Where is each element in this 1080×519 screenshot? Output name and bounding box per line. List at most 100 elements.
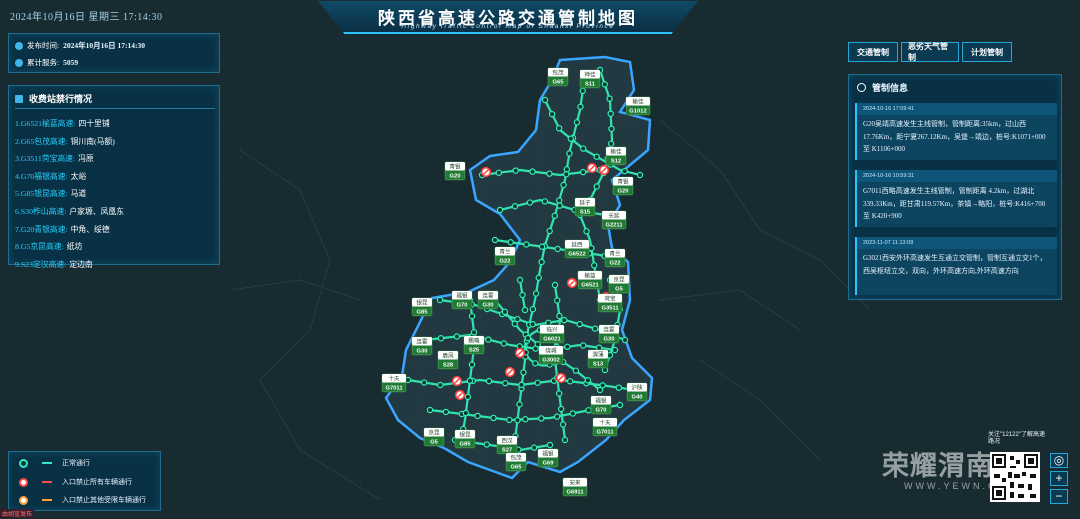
toll-station-node[interactable] — [555, 125, 563, 132]
toll-station-node[interactable] — [483, 441, 490, 448]
toll-station-node[interactable] — [569, 410, 576, 417]
list-item[interactable]: 3.G3511菏宝高速: 冯原 — [15, 150, 124, 168]
zoom-out-button[interactable]: − — [1050, 489, 1068, 504]
control-notice[interactable]: 2024-10-16 17:09:41 G20吴靖高速发生主线管制，管制距离:3… — [855, 103, 1057, 160]
toll-station-node[interactable] — [526, 199, 534, 206]
route-shield[interactable]: 京昆 G5 — [423, 427, 445, 447]
no-entry-icon[interactable] — [451, 375, 463, 387]
toll-station-node[interactable] — [607, 140, 615, 147]
toll-station-node[interactable] — [516, 276, 524, 284]
toll-station-node[interactable] — [436, 296, 444, 304]
list-item[interactable]: 9.S23定汉高速: 定边南 — [15, 256, 124, 274]
toll-station-node[interactable] — [501, 308, 509, 316]
toll-station-node[interactable] — [502, 379, 509, 387]
toll-station-node[interactable] — [437, 381, 444, 389]
route-shield[interactable]: 青兰 G22 — [604, 248, 626, 268]
toll-station-node[interactable] — [518, 381, 525, 389]
toll-station-node[interactable] — [577, 103, 584, 110]
no-entry-icon[interactable] — [514, 347, 526, 359]
control-notice[interactable]: 2024-10-16 10:59:31 G7011西略高速发生主线管制，管制距离… — [855, 170, 1057, 227]
toll-station-node[interactable] — [584, 377, 592, 384]
toll-station-node[interactable] — [474, 412, 481, 420]
toll-station-node[interactable] — [591, 262, 598, 269]
route-shield[interactable]: 鹏略 S25 — [463, 335, 485, 355]
toll-station-node[interactable] — [546, 170, 553, 177]
route-shield[interactable]: 连霍 G30 — [477, 290, 499, 310]
toll-station-node[interactable] — [535, 274, 542, 281]
toll-station-node[interactable] — [555, 390, 563, 397]
toll-station-node[interactable] — [616, 401, 624, 409]
toll-station-node[interactable] — [524, 334, 532, 342]
route-shield[interactable]: 福银 G70 — [451, 290, 473, 310]
toll-station-node[interactable] — [567, 135, 575, 142]
route-shield[interactable]: 包茂 G65 — [505, 452, 527, 472]
toll-station-node[interactable] — [607, 110, 614, 117]
route-shield[interactable]: 包茂 G65 — [547, 67, 569, 87]
route-shield[interactable]: 延子 S15 — [574, 197, 596, 217]
toll-station-node[interactable] — [553, 413, 561, 420]
zoom-in-button[interactable]: + — [1050, 471, 1068, 486]
toll-station-node[interactable] — [420, 379, 428, 386]
toll-station-node[interactable] — [468, 361, 476, 368]
list-item[interactable]: 5.G85银昆高速: 马道 — [15, 185, 124, 203]
toll-station-node[interactable] — [551, 212, 558, 219]
route-shield[interactable]: 福银 G70 — [590, 395, 612, 415]
toll-station-node[interactable] — [579, 87, 586, 95]
tab-weather-control[interactable]: 恶劣天气管制 — [901, 42, 959, 62]
toll-station-node[interactable] — [563, 171, 570, 178]
toll-station-node[interactable] — [573, 119, 581, 126]
list-item[interactable]: 4.G70福银高速: 太峪 — [15, 168, 124, 186]
route-shield[interactable]: 青银 G20 — [612, 176, 634, 196]
route-shield[interactable]: 青银 G20 — [444, 161, 466, 181]
toll-station-node[interactable] — [512, 167, 519, 174]
toll-station-node[interactable] — [606, 95, 613, 102]
route-shield[interactable]: 延西 G6522 — [564, 239, 590, 259]
toll-station-node[interactable] — [491, 236, 499, 244]
tab-planned-control[interactable]: 计划管制 — [962, 42, 1012, 62]
route-shield[interactable]: 临兴 G6021 — [539, 324, 565, 344]
route-shield[interactable]: 十天 G7011 — [592, 417, 618, 437]
toll-station-node[interactable] — [554, 245, 561, 253]
toll-station-node[interactable] — [529, 168, 536, 175]
route-shield[interactable]: 安来 G6911 — [562, 477, 588, 497]
route-shield[interactable]: 榆佳 G1012 — [625, 96, 651, 116]
toll-station-node[interactable] — [566, 150, 573, 157]
toll-station-node[interactable] — [564, 343, 571, 351]
route-shield[interactable]: 绕城 G3002 — [538, 345, 564, 365]
toll-station-node[interactable] — [529, 321, 536, 328]
toll-station-node[interactable] — [548, 110, 556, 118]
no-entry-icon[interactable] — [598, 164, 610, 176]
toll-station-node[interactable] — [506, 416, 513, 424]
route-shield[interactable]: 十天 G7011 — [381, 373, 407, 393]
toll-station-node[interactable] — [615, 384, 623, 391]
toll-station-node[interactable] — [437, 335, 445, 342]
toll-station-node[interactable] — [530, 444, 538, 451]
toll-station-node[interactable] — [514, 417, 521, 424]
route-shield[interactable]: 神佳 S11 — [579, 69, 601, 89]
toll-station-node[interactable] — [470, 329, 478, 336]
toll-station-node[interactable] — [541, 198, 549, 205]
toll-station-node[interactable] — [522, 416, 529, 423]
list-item[interactable]: 8.G5京昆高速: 纸坊 — [15, 238, 124, 256]
list-item[interactable]: 6.S30柞山高速: 户家塬、凤凰东 — [15, 203, 124, 221]
toll-station-node[interactable] — [572, 367, 580, 374]
toll-station-node[interactable] — [496, 206, 504, 214]
toll-station-node[interactable] — [588, 244, 595, 252]
toll-station-node[interactable] — [621, 336, 629, 344]
toll-station-node[interactable] — [561, 316, 568, 324]
toll-station-node[interactable] — [546, 227, 553, 235]
no-entry-icon[interactable] — [454, 389, 466, 401]
toll-station-node[interactable] — [529, 306, 537, 313]
toll-station-node[interactable] — [519, 291, 526, 299]
no-entry-icon[interactable] — [480, 166, 492, 178]
toll-station-node[interactable] — [538, 415, 545, 422]
locate-button[interactable]: ◎ — [1050, 453, 1068, 468]
route-shield[interactable]: 青兰 G22 — [494, 246, 516, 266]
route-shield[interactable]: 京昆 G5 — [608, 274, 630, 294]
toll-station-node[interactable] — [468, 312, 476, 320]
toll-station-node[interactable] — [593, 153, 600, 160]
no-entry-icon[interactable] — [586, 162, 598, 174]
toll-station-node[interactable] — [507, 239, 514, 246]
toll-station-node[interactable] — [466, 377, 474, 384]
toll-station-node[interactable] — [546, 441, 554, 449]
